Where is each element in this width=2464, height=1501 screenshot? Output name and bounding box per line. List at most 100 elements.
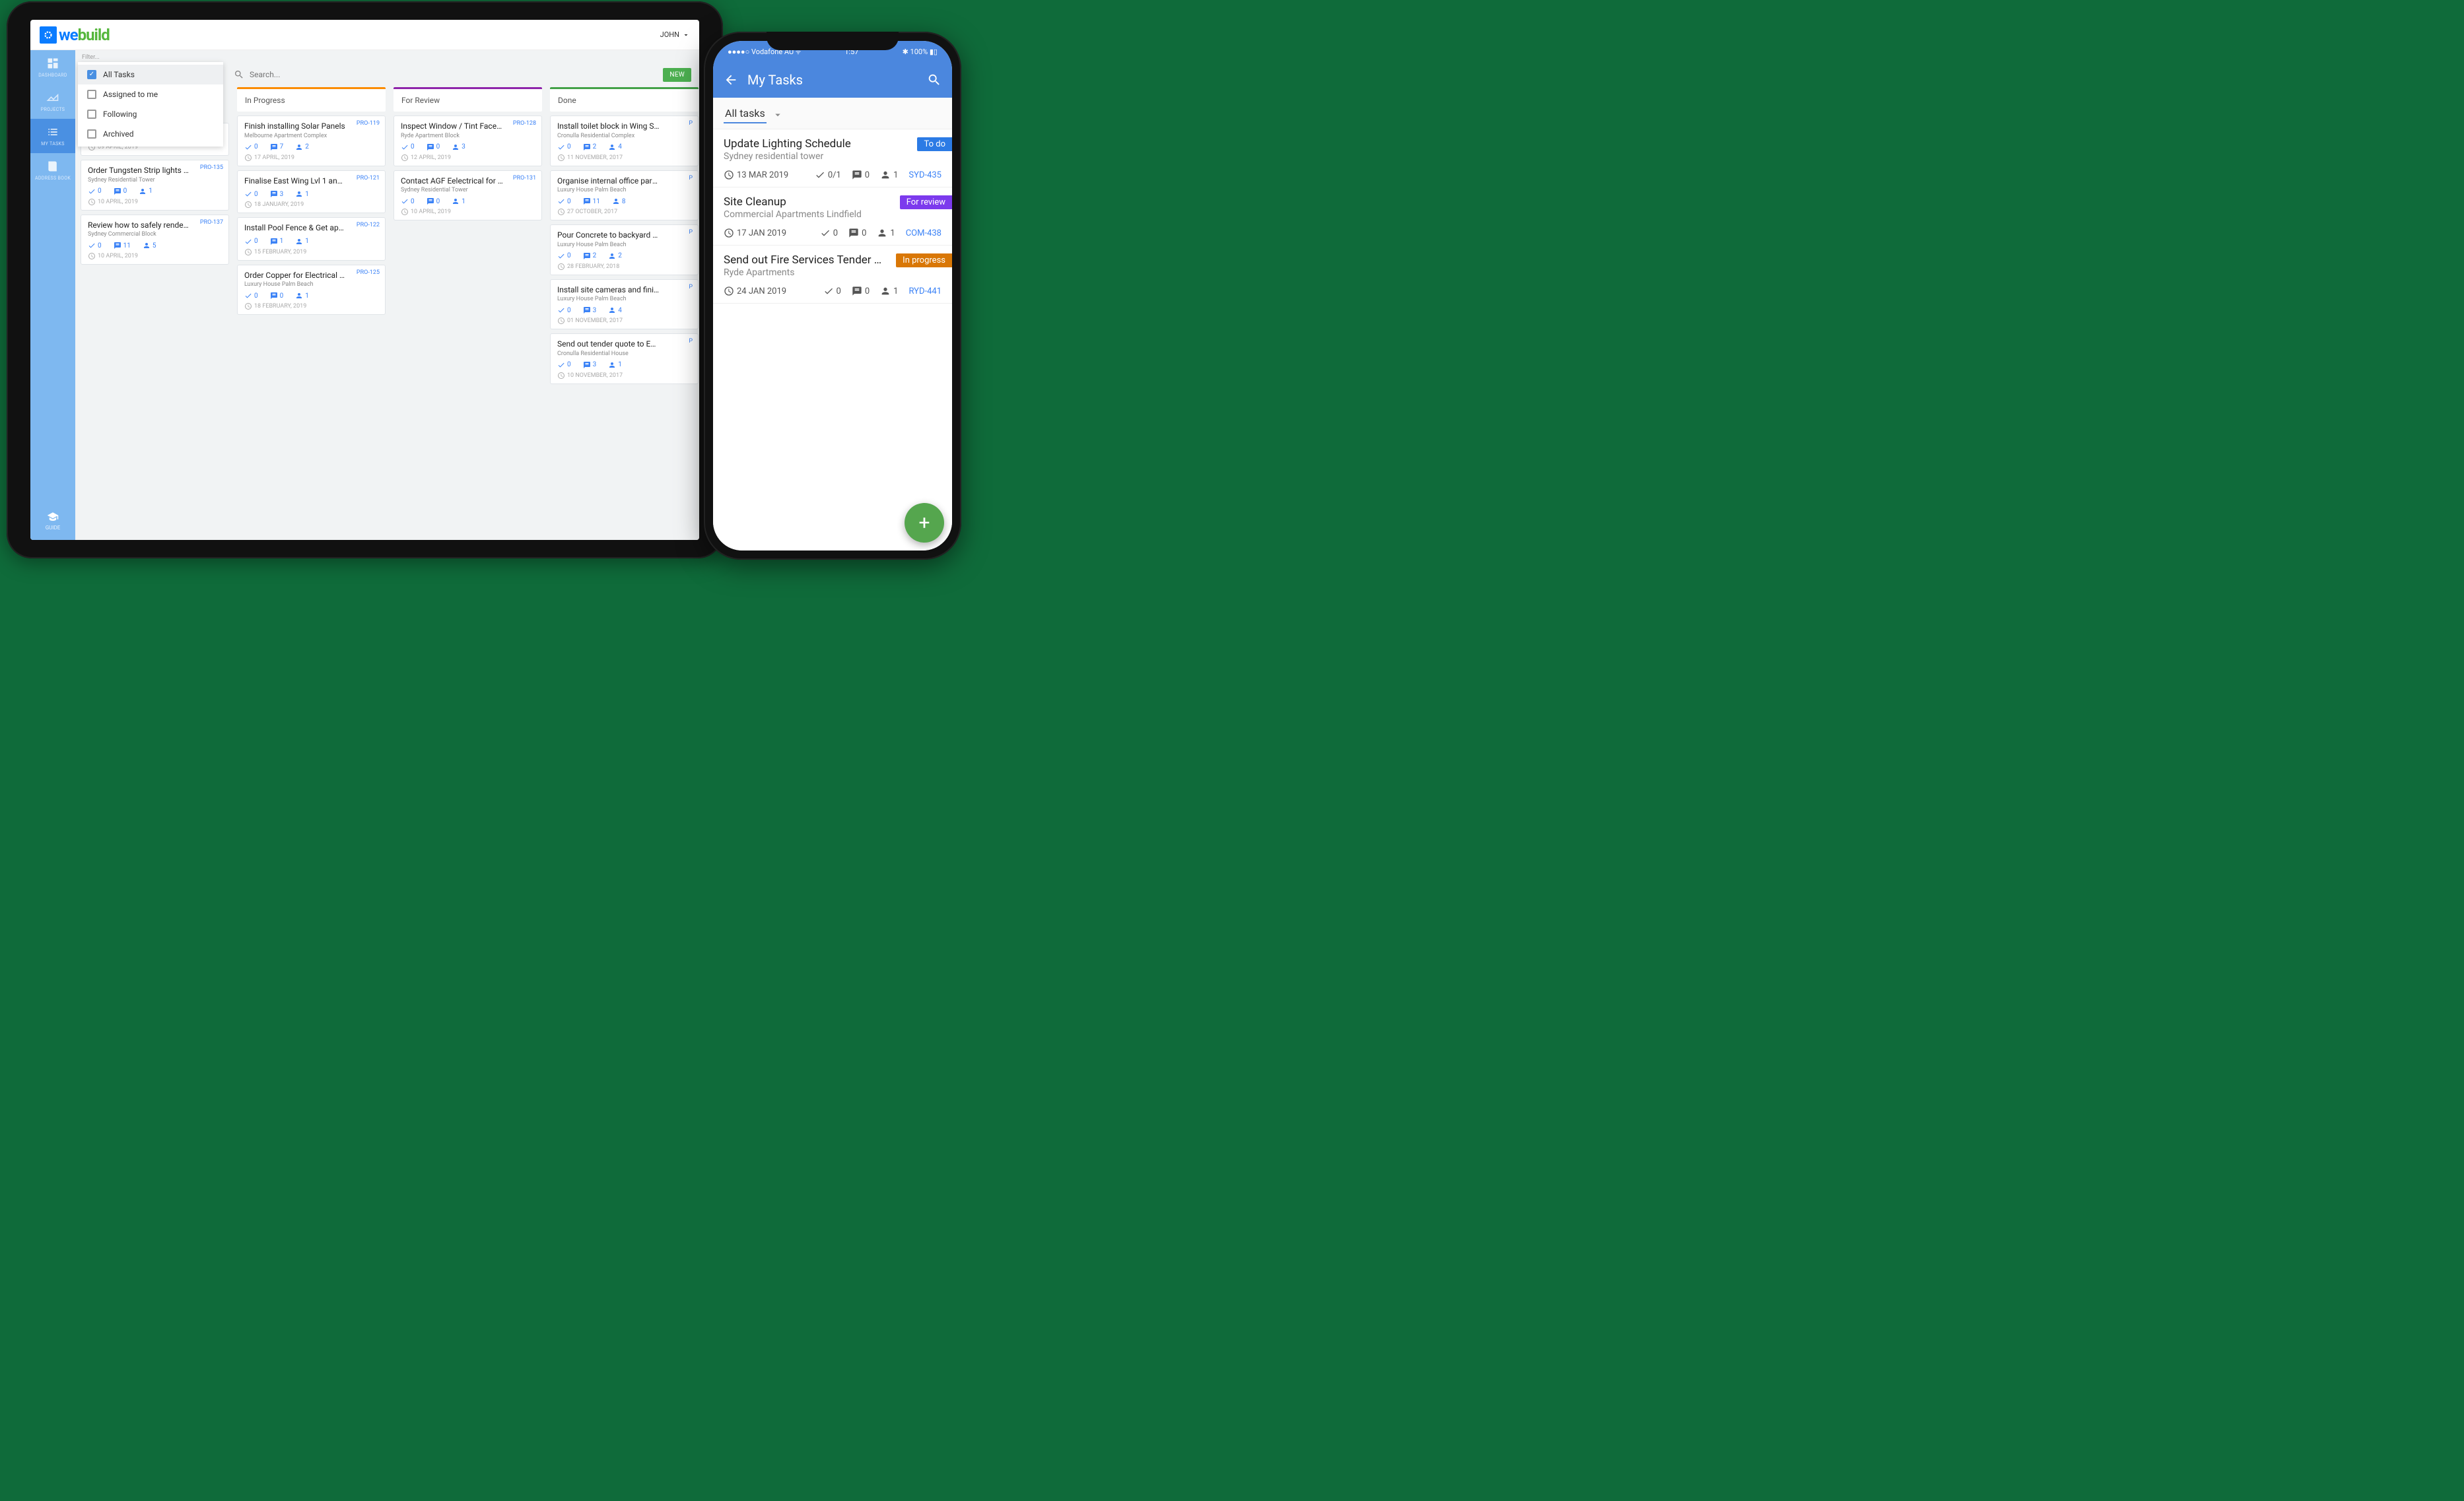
user-menu[interactable]: JOHN — [660, 30, 690, 39]
filter-option-archived[interactable]: Archived — [78, 124, 223, 144]
task-meta-row: 13 MAR 2019 0/1 0 1 SYD-435 — [724, 170, 941, 180]
checks-count: 0 — [823, 286, 841, 296]
person-icon — [139, 187, 147, 195]
phone-device: ●●●●○ Vodafone AU ᯤ 1:57 ✱ 100% ▮▯ My Ta… — [704, 32, 961, 560]
checks-count: 0 — [557, 143, 571, 151]
sidebar-label: MY TASKS — [41, 141, 64, 147]
search-icon[interactable] — [927, 73, 941, 87]
task-list-item[interactable]: To do Update Lighting Schedule Sydney re… — [713, 129, 952, 187]
clock-icon — [557, 154, 565, 162]
filter-option-all-tasks[interactable]: All Tasks — [78, 65, 223, 84]
comments-count: 3 — [583, 361, 597, 369]
checks-count: 0 — [244, 292, 258, 300]
task-card[interactable]: PRO-128 Inspect Window / Tint Face for..… — [394, 116, 542, 166]
task-subtitle: Luxury House Palm Beach — [557, 296, 691, 302]
task-meta: 0 11 8 — [557, 197, 691, 205]
column-header: Done — [550, 87, 699, 112]
sidebar-item-dashboard[interactable]: DASHBOARD — [30, 50, 75, 84]
logo-text-build: build — [78, 26, 110, 44]
task-id: PRO-135 — [200, 164, 223, 171]
task-id: PRO-121 — [357, 175, 380, 182]
task-subtitle: Luxury House Palm Beach — [557, 242, 691, 248]
kanban-board: 5 0 13 2 09 APRIL, 2019 PRO-135 Order Tu… — [75, 87, 699, 540]
task-id: RYD-441 — [908, 286, 941, 296]
task-meta-row: 17 JAN 2019 0 0 1 COM-438 — [724, 228, 941, 238]
task-card[interactable]: P Pour Concrete to backyard patio Luxury… — [550, 224, 699, 275]
column-header: In Progress — [237, 87, 386, 112]
check-icon — [88, 242, 96, 250]
clock-icon — [244, 154, 252, 162]
task-meta: 0 2 2 — [557, 252, 691, 260]
check-icon — [820, 228, 831, 238]
task-card[interactable]: PRO-119 Finish installing Solar Panels M… — [237, 116, 386, 166]
comments-count: 0 — [427, 197, 440, 205]
task-card[interactable]: PRO-121 Finalise East Wing Lvl 1 and Fin… — [237, 170, 386, 214]
check-icon — [244, 238, 252, 246]
task-date: 11 NOVEMBER, 2017 — [557, 154, 691, 162]
app-bar: My Tasks — [713, 62, 952, 98]
task-card[interactable]: P Install toilet block in Wing Section..… — [550, 116, 699, 166]
task-card[interactable]: PRO-125 Order Copper for Electrical slot… — [237, 265, 386, 316]
comment-icon — [114, 242, 121, 250]
task-card[interactable]: P Send out tender quote to ECF Ele.. Cro… — [550, 333, 699, 384]
task-id: PRO-122 — [357, 222, 380, 228]
clock-icon — [244, 248, 252, 256]
tasks-icon — [46, 125, 59, 139]
task-card[interactable]: PRO-131 Contact AGF Eelectrical for Quot… — [394, 170, 542, 221]
sidebar-item-projects[interactable]: PROJECTS — [30, 84, 75, 119]
task-meta: 0 0 1 — [88, 187, 222, 195]
tablet-screen: we build JOHN DASHBOARD PROJECTS MY TASK… — [30, 20, 699, 540]
person-icon — [880, 286, 891, 296]
kanban-column: Done P Install toilet block in Wing Sect… — [550, 87, 699, 535]
kanban-column: 5 0 13 2 09 APRIL, 2019 PRO-135 Order Tu… — [81, 123, 229, 535]
task-id: P — [689, 338, 693, 345]
task-list-item[interactable]: For review Site Cleanup Commercial Apart… — [713, 187, 952, 246]
task-date: 24 JAN 2019 — [724, 286, 786, 296]
sidebar: DASHBOARD PROJECTS MY TASKS ADDRESS BOOK… — [30, 50, 75, 540]
checks-count: 0/1 — [815, 170, 841, 180]
comment-icon — [270, 190, 278, 198]
new-task-button[interactable]: NEW — [663, 68, 691, 82]
app-bar-title: My Tasks — [747, 72, 803, 88]
task-id: PRO-125 — [357, 269, 380, 276]
comment-icon — [427, 197, 434, 205]
filter-selector[interactable]: All tasks — [713, 98, 952, 129]
comment-icon — [114, 187, 121, 195]
task-card[interactable]: PRO-122 Install Pool Fence & Get approva… — [237, 217, 386, 261]
back-icon[interactable] — [724, 73, 738, 87]
search-box[interactable] — [234, 69, 421, 80]
task-card[interactable]: PRO-137 Review how to safely render fron… — [81, 215, 229, 265]
filter-option-assigned[interactable]: Assigned to me — [78, 84, 223, 104]
check-icon — [244, 143, 252, 151]
task-card[interactable]: P Organise internal office partition Lux… — [550, 170, 699, 221]
task-meta: 0 11 5 — [88, 242, 222, 250]
sidebar-item-my-tasks[interactable]: MY TASKS — [30, 119, 75, 153]
sidebar-item-guide[interactable]: GUIDE — [46, 502, 61, 540]
search-input[interactable] — [250, 70, 421, 79]
filter-option-following[interactable]: Following — [78, 104, 223, 124]
add-task-fab[interactable]: + — [905, 503, 944, 543]
check-icon — [244, 190, 252, 198]
status-battery: ✱ 100% ▮▯ — [903, 48, 938, 56]
sidebar-label: PROJECTS — [41, 107, 65, 112]
task-subtitle: Luxury House Palm Beach — [557, 187, 691, 193]
task-meta: 0 0 1 — [401, 197, 535, 205]
task-date: 27 OCTOBER, 2017 — [557, 208, 691, 216]
sidebar-item-address-book[interactable]: ADDRESS BOOK — [30, 153, 75, 187]
task-subtitle: Melbourne Apartment Complex — [244, 133, 378, 139]
sidebar-label: DASHBOARD — [38, 73, 67, 78]
comment-icon — [583, 197, 591, 205]
person-icon — [608, 306, 616, 314]
comment-icon — [270, 238, 278, 246]
task-list-item[interactable]: In progress Send out Fire Services Tende… — [713, 246, 952, 304]
checks-count: 0 — [557, 252, 571, 260]
tablet-device: we build JOHN DASHBOARD PROJECTS MY TASK… — [7, 1, 723, 558]
task-date: 17 APRIL, 2019 — [244, 154, 378, 162]
check-icon — [244, 292, 252, 300]
task-card[interactable]: PRO-135 Order Tungsten Strip lights for … — [81, 160, 229, 211]
task-title: Organise internal office partition — [557, 176, 691, 187]
clock-icon — [401, 208, 409, 216]
comments-count: 0 — [852, 286, 870, 296]
task-id: PRO-119 — [357, 120, 380, 127]
task-card[interactable]: P Install site cameras and finish pow.. … — [550, 279, 699, 330]
